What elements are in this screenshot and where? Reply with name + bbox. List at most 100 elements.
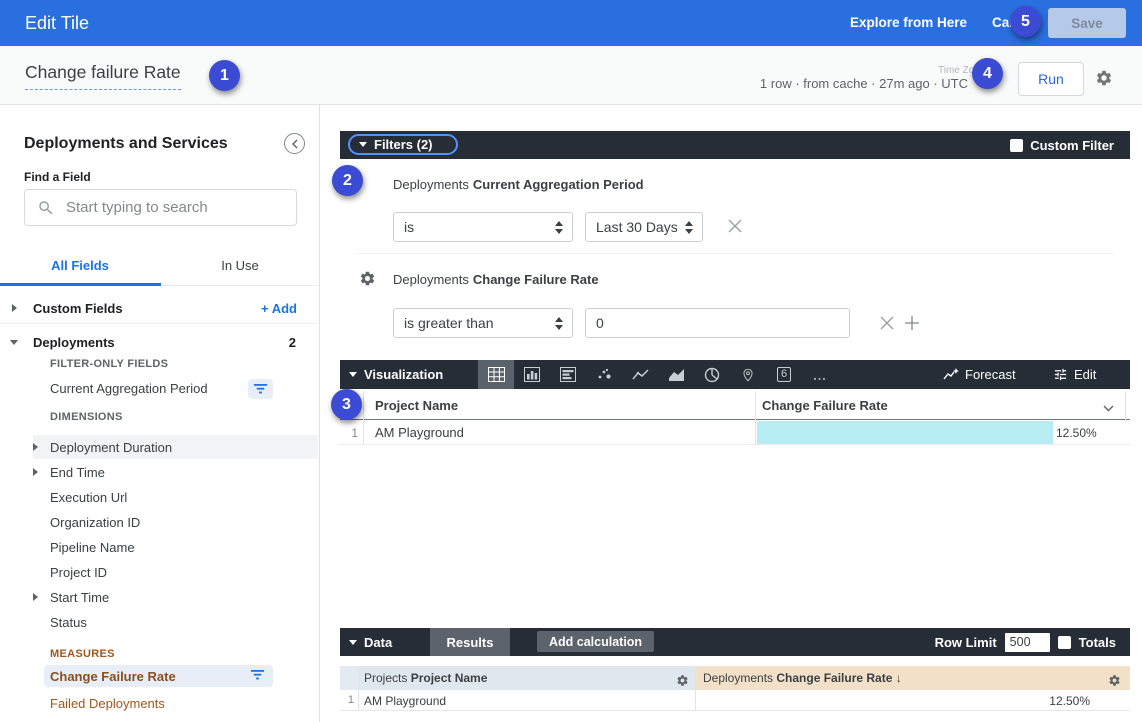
sort-desc-arrow-icon[interactable]: ↓ <box>896 671 902 685</box>
viz-type-single-value-button[interactable]: 6 <box>766 360 802 389</box>
caret-down-icon <box>349 372 357 377</box>
tab-all-fields[interactable]: All Fields <box>0 258 160 273</box>
field-failed-deployments[interactable]: Failed Deployments <box>50 696 165 711</box>
add-calculation-button[interactable]: Add calculation <box>537 631 654 652</box>
filter-row2-gear-icon[interactable] <box>359 270 376 287</box>
filter-field-name: Change Failure Rate <box>473 272 599 287</box>
find-a-field-label: Find a Field <box>24 170 91 184</box>
single-value-icon: 6 <box>777 367 791 382</box>
cell-value[interactable]: 12.50% <box>695 694 1110 708</box>
viz-table-row: 1 AM Playground 12.50% <box>340 420 1130 445</box>
expand-arrow-icon <box>33 593 38 601</box>
visualization-title: Visualization <box>364 367 443 382</box>
tab-in-use[interactable]: In Use <box>160 258 320 273</box>
custom-filter-label: Custom Filter <box>1030 138 1114 153</box>
query-settings-gear-icon[interactable] <box>1095 69 1113 87</box>
field-status[interactable]: Status <box>33 610 318 634</box>
viz-type-more-button[interactable]: … <box>802 360 838 389</box>
viz-type-bar-button[interactable] <box>550 360 586 389</box>
totals-checkbox[interactable] <box>1058 636 1071 649</box>
run-button[interactable]: Run <box>1018 62 1084 96</box>
viz-type-area-button[interactable] <box>658 360 694 389</box>
custom-filter-checkbox[interactable] <box>1010 139 1023 152</box>
cell-value[interactable]: 12.50% <box>1056 426 1097 440</box>
collapse-sidebar-button[interactable] <box>284 133 305 154</box>
timezone-value[interactable]: UTC <box>941 76 968 91</box>
results-tab[interactable]: Results <box>430 628 510 656</box>
viz-type-line-button[interactable] <box>622 360 658 389</box>
viz-column-project-name[interactable]: Project Name <box>375 398 458 413</box>
row-limit-input[interactable] <box>1005 633 1050 652</box>
column-chart-icon <box>524 367 540 382</box>
select-updown-icon <box>555 317 563 330</box>
filter-row1-operator-select[interactable]: is <box>393 212 573 242</box>
select-updown-icon <box>685 221 693 234</box>
remove-filter-row1-button[interactable] <box>727 218 743 237</box>
pie-chart-icon <box>704 367 720 383</box>
field-start-time[interactable]: Start Time <box>33 585 318 609</box>
field-end-time[interactable]: End Time <box>33 460 318 484</box>
field-pipeline-name[interactable]: Pipeline Name <box>33 535 318 559</box>
viz-type-column-button[interactable] <box>514 360 550 389</box>
deployments-group-row[interactable]: Deployments 2 <box>0 329 320 355</box>
data-section-bar: Data Results Add calculation Row Limit T… <box>340 628 1130 656</box>
active-tab-underline <box>0 283 161 286</box>
visualization-section-toggle[interactable]: Visualization <box>349 360 443 389</box>
filters-section-toggle[interactable]: Filters (2) <box>348 134 458 155</box>
cell-project-name[interactable]: AM Playground <box>364 694 446 708</box>
field-change-failure-rate-selected[interactable]: Change Failure Rate <box>44 665 273 687</box>
viz-type-map-button[interactable] <box>730 360 766 389</box>
filter-row1-value-select[interactable]: Last 30 Days <box>585 212 703 242</box>
plus-icon <box>904 315 920 331</box>
viz-type-table-button[interactable] <box>478 360 514 389</box>
field-execution-url[interactable]: Execution Url <box>33 485 318 509</box>
field-label: Change Failure Rate <box>50 669 176 684</box>
filter-active-button[interactable] <box>251 667 264 685</box>
header-deployments-change-failure-rate[interactable]: Deployments Change Failure Rate ↓ <box>695 666 1130 690</box>
viz-type-scatter-button[interactable] <box>586 360 622 389</box>
remove-filter-row2-button[interactable] <box>879 315 895 334</box>
filter-row2-operator-select[interactable]: is greater than <box>393 308 573 338</box>
explore-from-here-link[interactable]: Explore from Here <box>850 15 967 30</box>
filter-row1-label: DeploymentsCurrent Aggregation Period <box>393 177 644 192</box>
field-organization-id[interactable]: Organization ID <box>33 510 318 534</box>
window-title: Edit Tile <box>25 13 89 34</box>
title-bar: Change failure Rate Time Zone 1 row · fr… <box>0 46 1142 105</box>
row-number: 1 <box>344 426 358 440</box>
edit-viz-button[interactable]: Edit <box>1053 360 1096 389</box>
field-search-box[interactable] <box>24 189 297 226</box>
data-section-toggle[interactable]: Data <box>349 628 392 657</box>
forecast-sparkle-icon <box>943 367 959 382</box>
viz-column-change-failure-rate[interactable]: Change Failure Rate <box>762 398 888 413</box>
header-projects-project-name[interactable]: Projects Project Name <box>358 666 695 690</box>
field-label: Pipeline Name <box>50 540 135 555</box>
selected-value: Last 30 Days <box>596 219 678 235</box>
add-filter-value-button[interactable] <box>904 315 920 334</box>
forecast-button[interactable]: Forecast <box>943 360 1016 389</box>
column-menu-chevron-icon[interactable] <box>1103 399 1114 417</box>
annotation-marker-5: 5 <box>1010 6 1041 37</box>
filter-funnel-icon <box>254 384 267 394</box>
field-current-aggregation-period[interactable]: Current Aggregation Period <box>50 381 208 396</box>
cell-project-name[interactable]: AM Playground <box>375 425 464 440</box>
filter-active-button[interactable] <box>248 379 273 399</box>
filter-row2-value-input[interactable] <box>585 308 850 338</box>
field-search-input[interactable] <box>66 199 256 216</box>
dimensions-header: DIMENSIONS <box>50 411 123 423</box>
annotation-marker-4: 4 <box>972 58 1003 89</box>
custom-fields-row[interactable]: Custom Fields + Add <box>0 295 320 321</box>
expand-arrow-icon <box>33 468 38 476</box>
viz-type-pie-button[interactable] <box>694 360 730 389</box>
field-project-id[interactable]: Project ID <box>33 560 318 584</box>
save-button[interactable]: Save <box>1048 8 1126 38</box>
add-custom-field-button[interactable]: + Add <box>261 301 297 316</box>
more-icon: … <box>813 367 828 383</box>
filter-view-name: Deployments <box>393 272 469 287</box>
cell-value-bar <box>757 421 1053 444</box>
field-deployment-duration[interactable]: Deployment Duration <box>33 435 318 459</box>
tile-title[interactable]: Change failure Rate <box>25 62 181 90</box>
edit-label: Edit <box>1074 367 1096 382</box>
column-divider[interactable] <box>755 391 756 445</box>
fields-in-use-count: 2 <box>289 335 296 350</box>
column-divider <box>363 391 364 445</box>
